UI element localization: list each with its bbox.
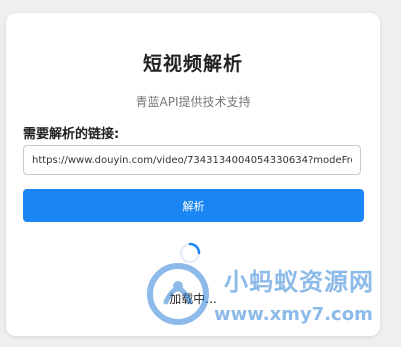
loading-text: 加载中... — [169, 292, 217, 306]
page-subtitle: 青蓝API提供技术支持 — [135, 95, 251, 109]
parse-button[interactable]: 解析 — [23, 189, 364, 222]
url-field-label: 需要解析的链接: — [23, 127, 120, 142]
parser-card: 短视频解析 青蓝API提供技术支持 需要解析的链接: 解析 加载中... — [6, 13, 380, 336]
page-title: 短视频解析 — [142, 53, 243, 75]
url-input[interactable] — [23, 145, 361, 175]
loading-spinner-icon — [179, 242, 201, 264]
